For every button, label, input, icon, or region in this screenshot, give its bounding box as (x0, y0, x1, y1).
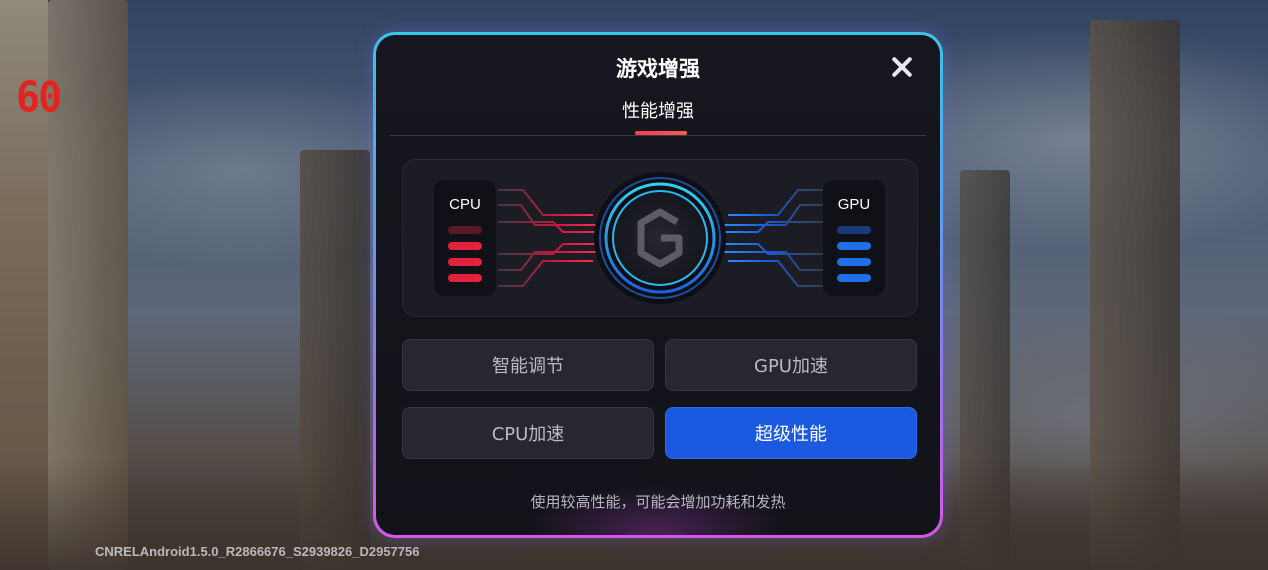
performance-visual-panel: CPU GPU (402, 159, 918, 317)
dialog-body: 游戏增强 性能增强 CPU GPU 智能调节 GPU加速 CPU加速 超级性能 … (376, 35, 940, 535)
option-smart-adjust-button[interactable]: 智能调节 (402, 339, 654, 391)
mode-hint-text: 使用较高性能，可能会增加功耗和发热 (530, 493, 786, 511)
option-gpu-boost-button[interactable]: GPU加速 (665, 339, 917, 391)
close-icon[interactable] (886, 51, 918, 83)
cpu-chip: CPU (434, 180, 496, 296)
gpu-label: GPU (837, 196, 871, 213)
option-cpu-boost-button[interactable]: CPU加速 (402, 407, 654, 459)
core-inner (612, 190, 708, 286)
tab-performance-boost[interactable]: 性能增强 (376, 97, 940, 123)
tab-divider (390, 135, 926, 136)
gpu-level-bars (837, 226, 871, 290)
game-boost-dialog: 游戏增强 性能增强 CPU GPU 智能调节 GPU加速 CPU加速 超级性能 … (373, 32, 943, 538)
cpu-label: CPU (449, 196, 481, 213)
gpu-chip: GPU (823, 180, 885, 296)
dialog-title: 游戏增强 (616, 57, 700, 81)
option-super-performance-button[interactable]: 超级性能 (665, 407, 917, 459)
gpu-circuit-lines (721, 189, 823, 287)
build-info: CNRELAndroid1.5.0_R2866676_S2939826_D295… (95, 544, 420, 559)
cpu-level-bars (448, 226, 482, 290)
fps-counter: 60 (16, 73, 62, 123)
cpu-circuit-lines (498, 189, 601, 287)
